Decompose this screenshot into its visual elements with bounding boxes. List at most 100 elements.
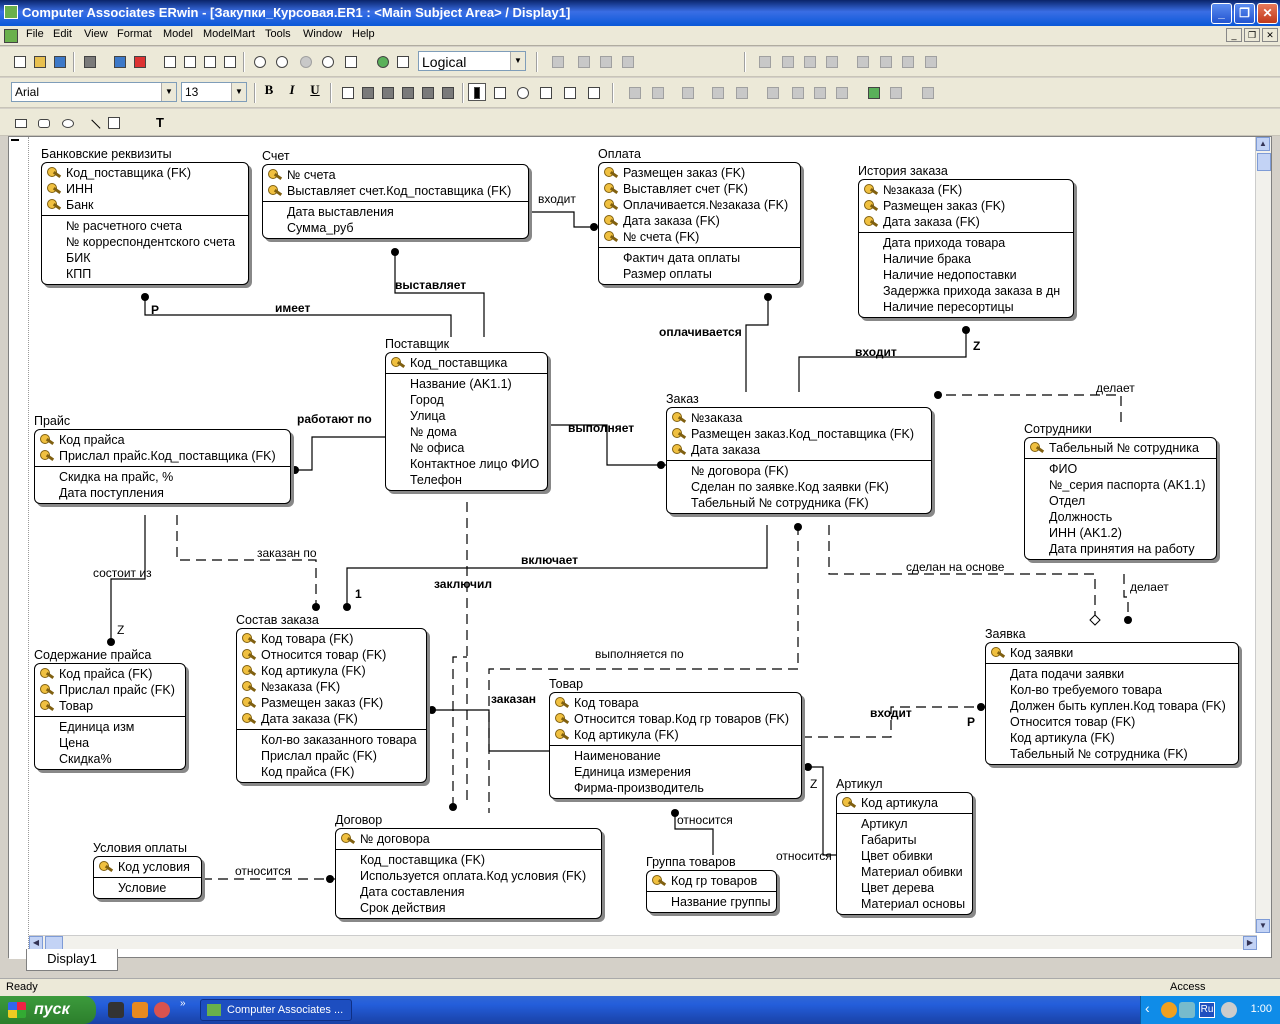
entity-box[interactable]: №заказа (FK) Размещен заказ (FK) Дата зака… bbox=[858, 179, 1074, 318]
relationship-label-1[interactable]: 1 bbox=[355, 587, 362, 601]
relationship-label-otnositsya1[interactable]: относится bbox=[677, 813, 733, 827]
rounded-rectangle-tool-icon[interactable] bbox=[34, 113, 52, 131]
entity-box[interactable]: Код заявки Дата подачи заявки Кол-во требу… bbox=[985, 642, 1239, 765]
scroll-left-button[interactable]: ◀ bbox=[29, 936, 43, 950]
entity-box[interactable]: Табельный № сотрудника ФИО №_серия паспорт… bbox=[1024, 437, 1217, 560]
title-bar[interactable]: Computer Associates ERwin - [Закупки_Кур… bbox=[0, 0, 1280, 26]
print-icon[interactable] bbox=[80, 52, 98, 70]
sync-icon[interactable] bbox=[788, 83, 806, 101]
relationship-label-z2[interactable]: Z bbox=[117, 623, 124, 637]
report-icon[interactable] bbox=[708, 83, 726, 101]
lock-icon[interactable] bbox=[678, 83, 696, 101]
relationship-label-zakazan[interactable]: заказан bbox=[491, 692, 536, 706]
colors-icon[interactable] bbox=[130, 52, 148, 70]
entity-box[interactable]: Код гр товаров Название группы bbox=[646, 870, 777, 913]
forward-icon[interactable] bbox=[732, 83, 750, 101]
entity-text-color-icon[interactable] bbox=[338, 83, 356, 101]
line-delaet-2[interactable] bbox=[1123, 574, 1129, 615]
volume-icon[interactable] bbox=[1221, 1002, 1237, 1018]
space-vertical-icon[interactable] bbox=[876, 52, 894, 70]
quicklaunch-icon[interactable] bbox=[108, 1002, 124, 1018]
relationship-label-sostoit[interactable]: состоит из bbox=[93, 566, 152, 580]
relationship-label-zaklyuchil[interactable]: заключил bbox=[434, 577, 492, 591]
db-schema-icon[interactable] bbox=[886, 83, 904, 101]
mail-icon[interactable] bbox=[154, 1002, 170, 1018]
save-icon[interactable] bbox=[50, 52, 68, 70]
model-explorer-icon[interactable] bbox=[373, 52, 391, 70]
entity-tool-icon[interactable] bbox=[490, 83, 508, 101]
line-delaet[interactable] bbox=[938, 394, 1122, 422]
horizontal-scrollbar[interactable]: ◀ ▶ bbox=[29, 935, 1257, 950]
font-select[interactable]: Arial ▼ bbox=[11, 82, 177, 102]
menu-edit[interactable]: Edit bbox=[53, 28, 72, 40]
menu-modelmart[interactable]: ModelMart bbox=[203, 28, 255, 40]
relationship-label-vypolnyaetsya[interactable]: выполняется по bbox=[595, 647, 684, 661]
same-size-icon[interactable] bbox=[898, 52, 916, 70]
relationship-label-vhodit2[interactable]: входит bbox=[855, 345, 897, 359]
entity-box[interactable]: Код товара Относится товар.Код гр товаров… bbox=[549, 692, 802, 799]
table-icon[interactable] bbox=[625, 83, 643, 101]
align-center-icon[interactable] bbox=[778, 52, 796, 70]
browser-icon[interactable] bbox=[132, 1002, 148, 1018]
non-identifying-relationship-icon[interactable] bbox=[584, 83, 602, 101]
entity-box[interactable]: Код прайса Прислал прайс.Код_поставщика (… bbox=[34, 429, 291, 504]
zoom-out-icon[interactable] bbox=[250, 52, 268, 70]
compare-icon[interactable] bbox=[810, 83, 828, 101]
zoom-page-icon[interactable] bbox=[341, 52, 359, 70]
er-diagram-canvas[interactable]: Банковские реквизиты Код_поставщика (FK) И… bbox=[29, 137, 1257, 933]
identifying-relationship-icon[interactable] bbox=[536, 83, 554, 101]
menu-window[interactable]: Window bbox=[303, 28, 342, 40]
subtype-icon[interactable] bbox=[513, 83, 531, 101]
paint-icon[interactable] bbox=[418, 83, 436, 101]
group-icon[interactable] bbox=[921, 52, 939, 70]
line-zakazan[interactable] bbox=[432, 709, 549, 752]
zoom-in-icon[interactable] bbox=[272, 52, 290, 70]
relationship-label-rabotayut[interactable]: работают по bbox=[297, 412, 372, 426]
scroll-right-button[interactable]: ▶ bbox=[1243, 936, 1257, 950]
relationship-label-delaet2[interactable]: делает bbox=[1130, 580, 1169, 594]
minimize-button[interactable]: _ bbox=[1211, 3, 1232, 24]
line-zakazan-po[interactable] bbox=[176, 515, 317, 607]
relationship-label-vystavlyaet[interactable]: выставляет bbox=[395, 278, 466, 292]
relationship-label-imeet[interactable]: имеет bbox=[275, 301, 310, 315]
relationship-label-vypolnyaet[interactable]: выполняет bbox=[568, 421, 634, 435]
pen-color-icon[interactable] bbox=[438, 83, 456, 101]
non-identifying-rel-icon[interactable] bbox=[618, 52, 636, 70]
pointer-tool-icon[interactable] bbox=[160, 52, 178, 70]
identifying-rel-icon[interactable] bbox=[574, 52, 592, 70]
table-view-icon[interactable] bbox=[200, 52, 218, 70]
mdi-restore-button[interactable]: ❐ bbox=[1244, 28, 1260, 42]
line-color-icon[interactable] bbox=[378, 83, 396, 101]
ellipse-tool-icon[interactable] bbox=[58, 113, 76, 131]
relationship-label-otnositsya3[interactable]: относится bbox=[235, 864, 291, 878]
zoom-normal-icon[interactable] bbox=[296, 52, 314, 70]
relationship-label-vklyuchaet[interactable]: включает bbox=[521, 553, 578, 567]
text-tool-button[interactable]: T bbox=[150, 113, 170, 133]
align-top-icon[interactable] bbox=[822, 52, 840, 70]
taskbar-erwin-button[interactable]: Computer Associates ... bbox=[200, 999, 352, 1021]
select-arrow-icon[interactable] bbox=[468, 83, 486, 101]
vertical-scrollbar[interactable]: ▲ ▼ bbox=[1255, 137, 1271, 933]
relationship-label-otnositsya2[interactable]: относится bbox=[776, 849, 832, 863]
start-button[interactable]: пуск bbox=[0, 996, 96, 1024]
relationship-label-z1[interactable]: Z bbox=[973, 339, 980, 353]
entity-box[interactable]: Код товара (FK) Относится товар (FK) Код а… bbox=[236, 628, 427, 783]
document-icon[interactable] bbox=[4, 29, 18, 43]
line-vhodit-istoria[interactable] bbox=[798, 330, 967, 392]
mdi-close-button[interactable]: ✕ bbox=[1262, 28, 1278, 42]
subtype-tool-icon[interactable] bbox=[548, 52, 566, 70]
relationship-label-p1[interactable]: P bbox=[151, 303, 159, 317]
entity-box[interactable]: №заказа Размещен заказ.Код_поставщика (FK… bbox=[666, 407, 932, 514]
relationship-label-sdelan[interactable]: сделан на основе bbox=[906, 560, 1004, 574]
entity-box[interactable]: Код прайса (FK) Прислал прайс (FK) Товар Ед… bbox=[34, 663, 186, 770]
lock-model-icon[interactable] bbox=[763, 83, 781, 101]
settings-icon[interactable] bbox=[918, 83, 936, 101]
relationship-label-p2[interactable]: P bbox=[967, 715, 975, 729]
open-icon[interactable] bbox=[30, 52, 48, 70]
close-button[interactable]: ✕ bbox=[1257, 3, 1278, 24]
db-connect-icon[interactable] bbox=[864, 83, 882, 101]
view-mode-select[interactable]: Logical ▼ bbox=[418, 51, 526, 71]
relationship-label-z3[interactable]: Z bbox=[810, 777, 817, 791]
line-tool-icon[interactable] bbox=[82, 113, 101, 137]
new-icon[interactable] bbox=[10, 52, 28, 70]
